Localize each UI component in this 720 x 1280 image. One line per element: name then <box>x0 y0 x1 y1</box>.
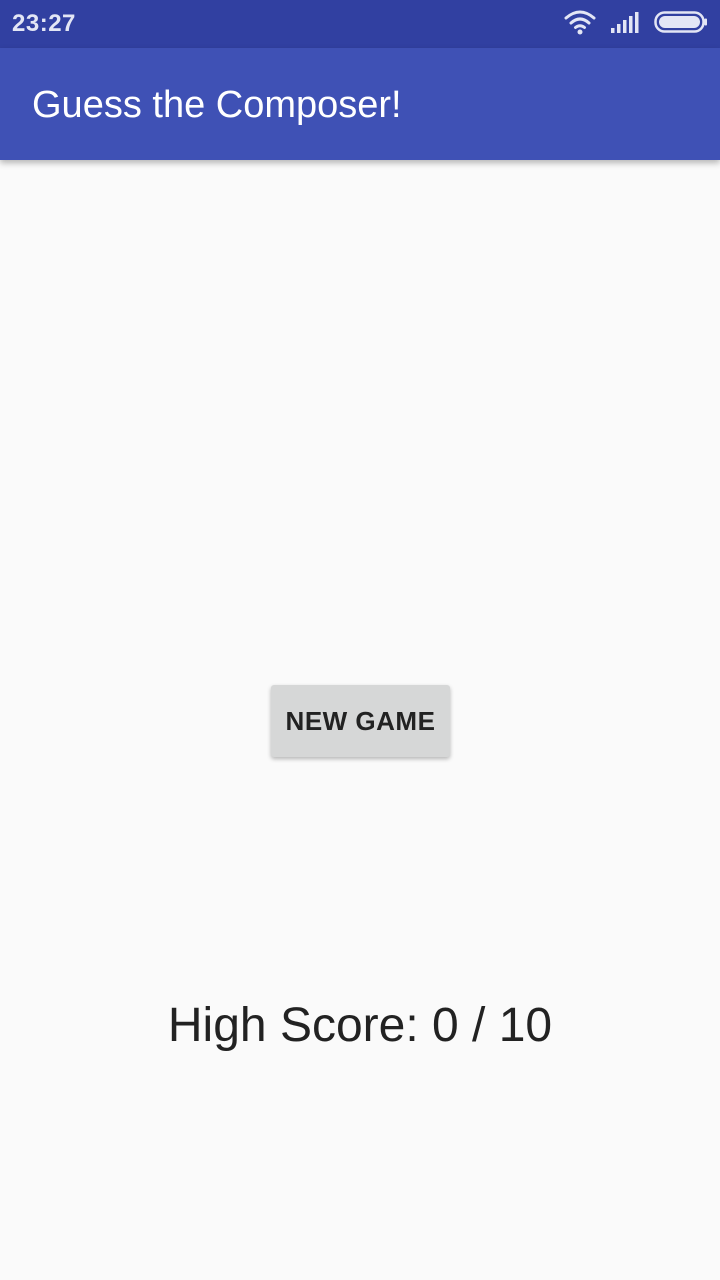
status-bar: 23:27 <box>0 0 720 48</box>
main-content: NEW GAME High Score: 0 / 10 <box>0 160 720 1280</box>
new-game-button[interactable]: NEW GAME <box>271 685 450 757</box>
app-bar: Guess the Composer! <box>0 48 720 160</box>
status-time: 23:27 <box>12 10 76 37</box>
high-score-label: High Score: 0 / 10 <box>167 999 553 1052</box>
app-title: Guess the Composer! <box>32 84 402 126</box>
wifi-icon <box>564 9 596 40</box>
battery-icon <box>654 10 708 38</box>
status-icons <box>564 10 708 38</box>
signal-icon <box>610 10 640 39</box>
